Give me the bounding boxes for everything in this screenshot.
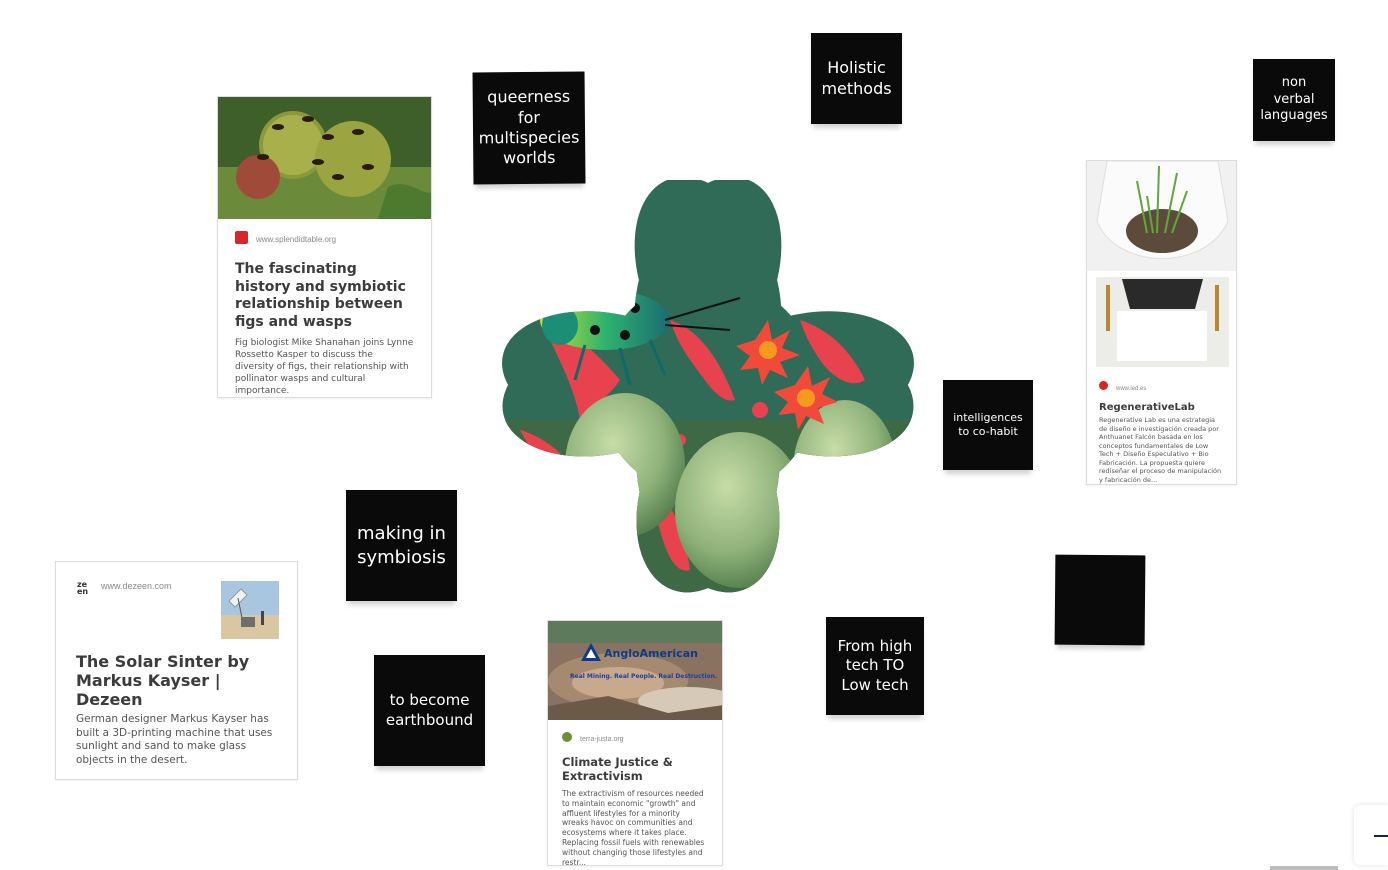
link-card-figs-wasps[interactable]: www.splendidtable.org The fascinating hi… [217,96,432,398]
card-description: The extractivism of resources needed to … [562,789,705,866]
card-title[interactable]: The fascinating history and symbiotic re… [235,261,414,331]
link-card-solar-sinter[interactable]: ze en www.dezeen.com The Solar Sinter by… [55,561,298,780]
horizontal-scrollbar[interactable] [1270,866,1338,870]
card-host: terra-justa.org [580,736,624,743]
sticky-note-text: queerness for multispecies worlds [478,86,580,168]
zoom-controls[interactable] [1354,805,1388,865]
sticky-note-queerness[interactable]: queerness for multispecies worlds [472,71,586,185]
sticky-note-text: making in symbiosis [357,523,446,568]
card-title[interactable]: Climate Justice & Extractivism [562,755,708,783]
sticky-note-text: to become earthbound [385,691,474,729]
sticky-note-text: From high tech TO Low tech [837,637,913,694]
terra-justa-favicon [562,731,572,742]
solar-sinter-thumbnail [221,581,279,639]
banner-brand: AngloAmerican [604,647,698,660]
flower-image[interactable] [500,180,916,596]
sticky-note-blank[interactable] [1054,554,1146,646]
card-host: www.dezeen.com [101,581,172,591]
splendid-table-favicon [235,231,248,245]
sticky-note-intelligences[interactable]: intelligences to co-habit [943,380,1033,470]
dezeen-logo-icon: ze en [77,580,89,596]
anglo-american-logo-icon [581,643,601,661]
sticky-note-holistic-methods[interactable]: Holistic methods [811,33,902,124]
card-description: Regenerative Lab es una estrategia de di… [1099,416,1222,484]
sticky-note-text: Holistic methods [821,58,892,98]
link-card-climate-justice[interactable]: AngloAmerican Real Mining. Real People. … [547,620,723,866]
card-host: www.splendidtable.org [256,235,337,244]
card-title[interactable]: The Solar Sinter by Markus Kayser | Deze… [76,652,281,709]
card-description: German designer Markus Kayser has built … [76,713,273,766]
link-card-regenerative-lab[interactable]: www.ied.es RegenerativeLab Regenerative … [1086,160,1237,485]
sticky-note-earthbound[interactable]: to become earthbound [374,655,485,766]
card-host: www.ied.es [1116,386,1147,392]
sticky-note-non-verbal-languages[interactable]: non verbal languages [1253,59,1335,141]
climate-justice-banner: AngloAmerican Real Mining. Real People. … [548,621,722,720]
figs-wasps-image [218,97,431,219]
regenerative-lab-image [1087,161,1236,373]
sticky-note-text: non verbal languages [1260,75,1328,124]
whiteboard-canvas[interactable]: queerness for multispecies worlds Holist… [0,0,1388,870]
sticky-note-low-tech[interactable]: From high tech TO Low tech [826,617,924,715]
minus-icon[interactable] [1374,835,1388,837]
sticky-note-making-in-symbiosis[interactable]: making in symbiosis [346,490,457,601]
banner-tagline: Real Mining. Real People. Real Destructi… [570,673,718,680]
ied-favicon [1099,381,1108,391]
mine-landscape-image [548,621,722,720]
card-description: Fig biologist Mike Shanahan joins Lynne … [235,338,414,396]
sticky-note-text: intelligences to co-habit [953,410,1023,438]
card-title[interactable]: RegenerativeLab [1099,401,1224,414]
